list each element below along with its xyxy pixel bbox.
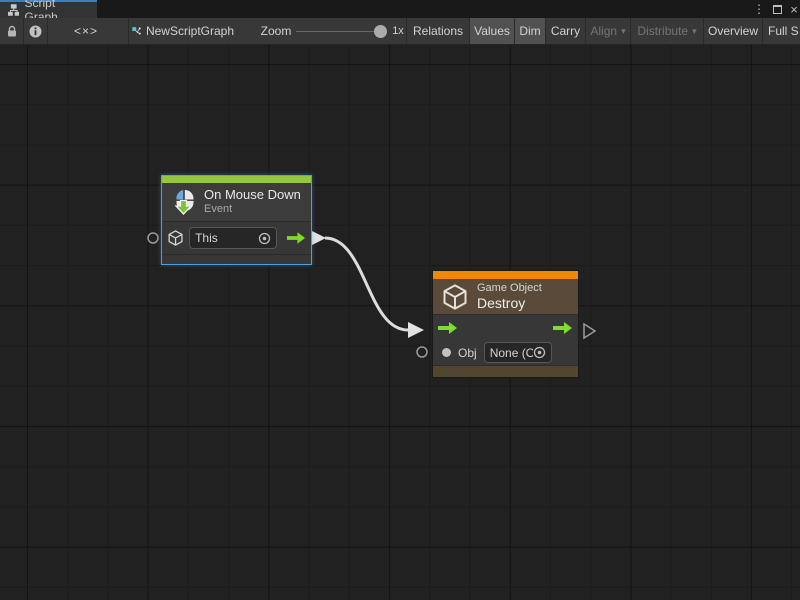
connection-layer — [0, 45, 800, 600]
object-picker-icon[interactable] — [533, 346, 546, 359]
dropdown-arrow-icon: ▾ — [621, 26, 626, 37]
port-label: Obj — [458, 346, 477, 360]
node-footer — [433, 365, 578, 377]
toolbar-button-carry[interactable]: Carry — [546, 18, 585, 44]
obj-field[interactable]: None (O — [484, 342, 552, 363]
node-footer — [162, 254, 311, 264]
flow-port-row — [433, 315, 578, 340]
lock-button[interactable] — [0, 18, 23, 44]
tab-script-graph[interactable]: Script Graph — [0, 0, 97, 18]
flow-input-port-icon[interactable] — [438, 321, 458, 335]
code-view-button[interactable]: <×> — [48, 18, 124, 44]
game-object-cube-icon — [167, 229, 184, 247]
toolbar-button-dim[interactable]: Dim — [515, 18, 545, 44]
zoom-slider-track[interactable] — [296, 31, 384, 32]
toolbar-button-relations[interactable]: Relations — [407, 18, 469, 44]
target-object-value: This — [195, 231, 258, 245]
divider — [128, 18, 129, 44]
port-target-on-mouse-down[interactable] — [148, 233, 158, 243]
node-category: Game Object — [477, 282, 542, 295]
dropdown-arrow-icon: ▾ — [692, 26, 697, 37]
toolbar-button-distribute[interactable]: Distribute ▾ — [631, 18, 703, 44]
port-exit-destroy[interactable] — [584, 324, 595, 338]
maximize-icon — [773, 5, 782, 14]
graph-asset-button[interactable]: NewScriptGraph — [132, 18, 234, 44]
graph-asset-icon — [132, 24, 141, 38]
graph-name: NewScriptGraph — [146, 24, 234, 38]
node-port-row: This — [162, 221, 311, 254]
connection-arrowhead-start-icon — [312, 231, 326, 245]
node-title: On Mouse Down — [204, 188, 301, 203]
target-object-field[interactable]: This — [189, 227, 277, 249]
toolbar-button-align[interactable]: Align ▾ — [586, 18, 630, 44]
zoom-label: Zoom — [258, 18, 294, 44]
flow-output-port-icon[interactable] — [553, 321, 573, 335]
port-obj-destroy[interactable] — [417, 347, 427, 357]
object-picker-icon[interactable] — [258, 232, 271, 245]
obj-field-value: None (O — [490, 346, 533, 360]
connection-arrowhead-end-icon — [408, 322, 424, 338]
info-button[interactable] — [24, 18, 47, 44]
window-close-button[interactable]: × — [787, 0, 800, 18]
node-title: Destroy — [477, 295, 542, 311]
window-maximize-button[interactable] — [770, 0, 784, 18]
value-port-row: Obj None (O — [433, 341, 578, 366]
toolbar-button-values[interactable]: Values — [470, 18, 514, 44]
info-icon — [29, 25, 42, 38]
connection-wire[interactable] — [325, 238, 408, 330]
window-menu-button[interactable]: ⋮ — [752, 0, 766, 18]
graph-canvas[interactable]: On Mouse Down Event This — [0, 45, 800, 600]
graph-toolbar: <×> NewScriptGraph Zoom 1x Relations Val… — [0, 18, 800, 45]
value-port-icon[interactable] — [442, 348, 451, 357]
node-header[interactable]: Game Object Destroy — [433, 279, 578, 314]
flow-output-port-icon[interactable] — [287, 231, 306, 245]
toolbar-button-fullscreen[interactable]: Full S — [763, 18, 800, 44]
node-subtitle: Event — [204, 203, 301, 216]
game-object-cube-icon — [441, 283, 469, 311]
mouse-down-icon — [170, 189, 196, 215]
toolbar-button-overview[interactable]: Overview — [704, 18, 762, 44]
lock-icon — [6, 25, 18, 38]
node-on-mouse-down[interactable]: On Mouse Down Event This — [161, 175, 312, 265]
node-port-rows: Obj None (O — [433, 314, 578, 365]
script-graph-icon — [8, 4, 19, 16]
zoom-slider-handle[interactable] — [374, 25, 387, 38]
node-accent-bar — [162, 176, 311, 183]
node-accent-bar — [433, 271, 578, 279]
node-destroy[interactable]: Game Object Destroy Obj None — [432, 270, 579, 378]
tab-strip: Script Graph ⋮ × — [0, 0, 800, 18]
node-header[interactable]: On Mouse Down Event — [162, 183, 311, 221]
zoom-value: 1x — [389, 18, 407, 44]
